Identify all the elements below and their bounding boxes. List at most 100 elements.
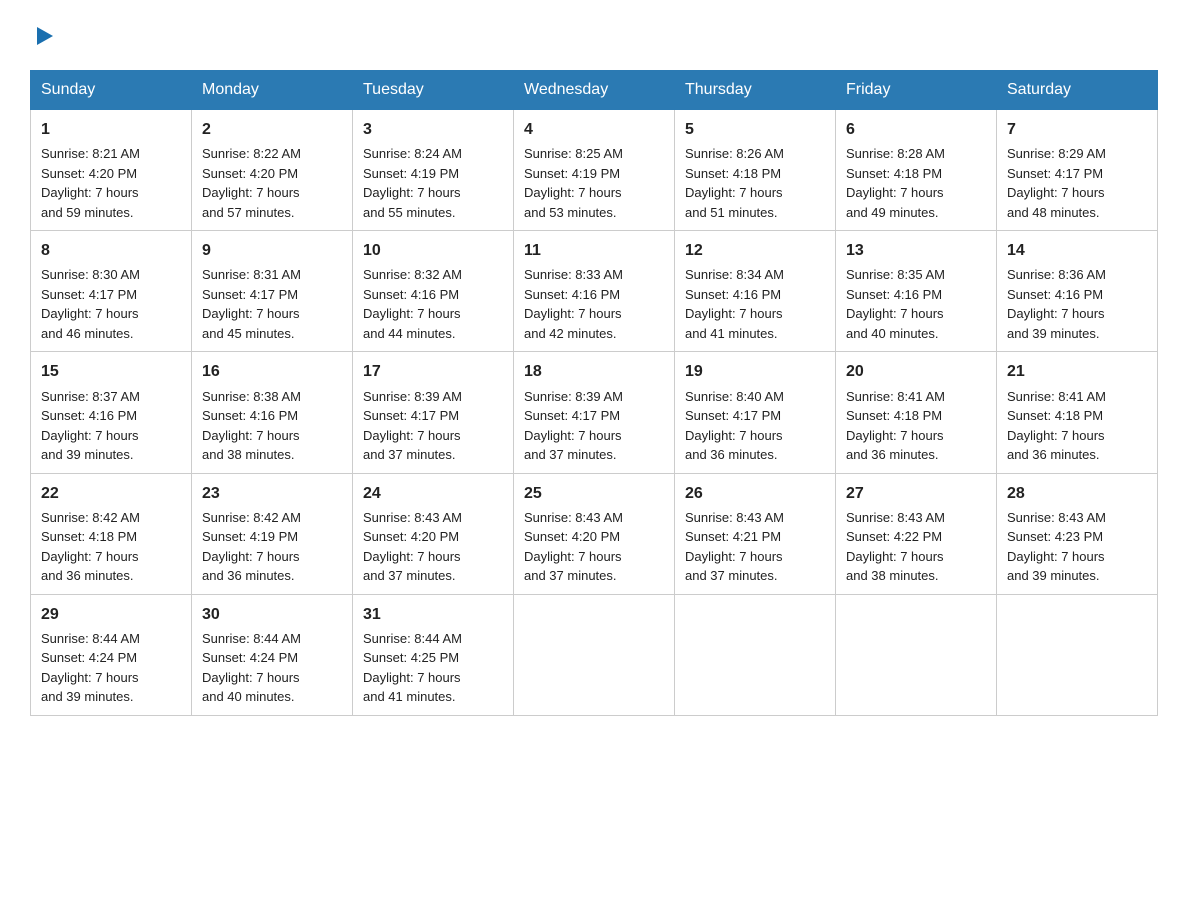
day-number: 30 — [202, 603, 342, 626]
day-info: Sunrise: 8:24 AMSunset: 4:19 PMDaylight:… — [363, 144, 503, 222]
calendar-header-row: SundayMondayTuesdayWednesdayThursdayFrid… — [31, 71, 1158, 110]
day-number: 25 — [524, 482, 664, 505]
day-number: 24 — [363, 482, 503, 505]
day-number: 26 — [685, 482, 825, 505]
day-number: 7 — [1007, 118, 1147, 141]
calendar-day-cell: 7 Sunrise: 8:29 AMSunset: 4:17 PMDaylight… — [997, 110, 1158, 231]
calendar-day-cell: 17 Sunrise: 8:39 AMSunset: 4:17 PMDayligh… — [353, 352, 514, 473]
day-info: Sunrise: 8:21 AMSunset: 4:20 PMDaylight:… — [41, 144, 181, 222]
day-info: Sunrise: 8:40 AMSunset: 4:17 PMDaylight:… — [685, 387, 825, 465]
calendar-header-thursday: Thursday — [675, 71, 836, 110]
calendar-week-row: 8Sunrise: 8:30 AMSunset: 4:17 PMDaylight… — [31, 231, 1158, 352]
calendar-day-cell: 1 Sunrise: 8:21 AMSunset: 4:20 PMDaylight… — [31, 110, 192, 231]
day-number: 31 — [363, 603, 503, 626]
day-number: 22 — [41, 482, 181, 505]
day-number: 23 — [202, 482, 342, 505]
calendar-week-row: 22 Sunrise: 8:42 AMSunset: 4:18 PMDayligh… — [31, 473, 1158, 594]
day-number: 9 — [202, 239, 342, 262]
day-info: Sunrise: 8:22 AMSunset: 4:20 PMDaylight:… — [202, 144, 342, 222]
day-number: 6 — [846, 118, 986, 141]
day-number: 17 — [363, 360, 503, 383]
day-info: Sunrise: 8:29 AMSunset: 4:17 PMDaylight:… — [1007, 144, 1147, 222]
calendar-day-cell: 19 Sunrise: 8:40 AMSunset: 4:17 PMDayligh… — [675, 352, 836, 473]
day-number: 18 — [524, 360, 664, 383]
day-info: Sunrise: 8:37 AMSunset: 4:16 PMDaylight:… — [41, 387, 181, 465]
day-info: Sunrise: 8:43 AMSunset: 4:20 PMDaylight:… — [524, 508, 664, 586]
day-number: 15 — [41, 360, 181, 383]
calendar-day-cell: 30 Sunrise: 8:44 AMSunset: 4:24 PMDayligh… — [192, 594, 353, 715]
calendar-header-saturday: Saturday — [997, 71, 1158, 110]
logo — [30, 25, 55, 50]
day-number: 11 — [524, 239, 664, 262]
calendar-day-cell: 31 Sunrise: 8:44 AMSunset: 4:25 PMDayligh… — [353, 594, 514, 715]
day-number: 10 — [363, 239, 503, 262]
day-number: 13 — [846, 239, 986, 262]
day-info: Sunrise: 8:36 AMSunset: 4:16 PMDaylight:… — [1007, 265, 1147, 343]
calendar-day-cell: 18 Sunrise: 8:39 AMSunset: 4:17 PMDayligh… — [514, 352, 675, 473]
day-number: 12 — [685, 239, 825, 262]
calendar-day-cell: 27 Sunrise: 8:43 AMSunset: 4:22 PMDayligh… — [836, 473, 997, 594]
day-info: Sunrise: 8:32 AMSunset: 4:16 PMDaylight:… — [363, 265, 503, 343]
day-info: Sunrise: 8:33 AMSunset: 4:16 PMDaylight:… — [524, 265, 664, 343]
day-info: Sunrise: 8:43 AMSunset: 4:20 PMDaylight:… — [363, 508, 503, 586]
day-info: Sunrise: 8:44 AMSunset: 4:24 PMDaylight:… — [202, 629, 342, 707]
day-info: Sunrise: 8:35 AMSunset: 4:16 PMDaylight:… — [846, 265, 986, 343]
calendar-day-cell: 21 Sunrise: 8:41 AMSunset: 4:18 PMDayligh… — [997, 352, 1158, 473]
calendar-day-cell: 13 Sunrise: 8:35 AMSunset: 4:16 PMDayligh… — [836, 231, 997, 352]
calendar-header-friday: Friday — [836, 71, 997, 110]
calendar-table: SundayMondayTuesdayWednesdayThursdayFrid… — [30, 70, 1158, 716]
calendar-day-cell — [514, 594, 675, 715]
page-header — [30, 20, 1158, 50]
day-info: Sunrise: 8:43 AMSunset: 4:23 PMDaylight:… — [1007, 508, 1147, 586]
day-info: Sunrise: 8:44 AMSunset: 4:24 PMDaylight:… — [41, 629, 181, 707]
day-info: Sunrise: 8:41 AMSunset: 4:18 PMDaylight:… — [846, 387, 986, 465]
calendar-header-wednesday: Wednesday — [514, 71, 675, 110]
calendar-day-cell: 26 Sunrise: 8:43 AMSunset: 4:21 PMDayligh… — [675, 473, 836, 594]
calendar-week-row: 1 Sunrise: 8:21 AMSunset: 4:20 PMDaylight… — [31, 110, 1158, 231]
day-info: Sunrise: 8:43 AMSunset: 4:22 PMDaylight:… — [846, 508, 986, 586]
calendar-day-cell: 20 Sunrise: 8:41 AMSunset: 4:18 PMDayligh… — [836, 352, 997, 473]
day-info: Sunrise: 8:25 AMSunset: 4:19 PMDaylight:… — [524, 144, 664, 222]
calendar-week-row: 29 Sunrise: 8:44 AMSunset: 4:24 PMDayligh… — [31, 594, 1158, 715]
calendar-day-cell: 6 Sunrise: 8:28 AMSunset: 4:18 PMDaylight… — [836, 110, 997, 231]
calendar-day-cell: 22 Sunrise: 8:42 AMSunset: 4:18 PMDayligh… — [31, 473, 192, 594]
calendar-day-cell: 28Sunrise: 8:43 AMSunset: 4:23 PMDayligh… — [997, 473, 1158, 594]
logo-arrow-icon — [33, 25, 55, 47]
calendar-day-cell: 15 Sunrise: 8:37 AMSunset: 4:16 PMDayligh… — [31, 352, 192, 473]
day-number: 14 — [1007, 239, 1147, 262]
day-number: 3 — [363, 118, 503, 141]
calendar-day-cell: 2 Sunrise: 8:22 AMSunset: 4:20 PMDaylight… — [192, 110, 353, 231]
day-info: Sunrise: 8:43 AMSunset: 4:21 PMDaylight:… — [685, 508, 825, 586]
day-number: 4 — [524, 118, 664, 141]
calendar-day-cell: 23 Sunrise: 8:42 AMSunset: 4:19 PMDayligh… — [192, 473, 353, 594]
day-number: 5 — [685, 118, 825, 141]
calendar-day-cell: 14 Sunrise: 8:36 AMSunset: 4:16 PMDayligh… — [997, 231, 1158, 352]
day-number: 27 — [846, 482, 986, 505]
day-info: Sunrise: 8:44 AMSunset: 4:25 PMDaylight:… — [363, 629, 503, 707]
calendar-day-cell: 9Sunrise: 8:31 AMSunset: 4:17 PMDaylight… — [192, 231, 353, 352]
day-info: Sunrise: 8:39 AMSunset: 4:17 PMDaylight:… — [363, 387, 503, 465]
day-number: 1 — [41, 118, 181, 141]
calendar-header-tuesday: Tuesday — [353, 71, 514, 110]
calendar-day-cell: 8Sunrise: 8:30 AMSunset: 4:17 PMDaylight… — [31, 231, 192, 352]
day-info: Sunrise: 8:42 AMSunset: 4:19 PMDaylight:… — [202, 508, 342, 586]
day-info: Sunrise: 8:42 AMSunset: 4:18 PMDaylight:… — [41, 508, 181, 586]
day-number: 8 — [41, 239, 181, 262]
day-info: Sunrise: 8:28 AMSunset: 4:18 PMDaylight:… — [846, 144, 986, 222]
day-number: 20 — [846, 360, 986, 383]
calendar-day-cell: 24 Sunrise: 8:43 AMSunset: 4:20 PMDayligh… — [353, 473, 514, 594]
day-info: Sunrise: 8:41 AMSunset: 4:18 PMDaylight:… — [1007, 387, 1147, 465]
day-number: 2 — [202, 118, 342, 141]
calendar-header-monday: Monday — [192, 71, 353, 110]
day-number: 19 — [685, 360, 825, 383]
calendar-week-row: 15 Sunrise: 8:37 AMSunset: 4:16 PMDayligh… — [31, 352, 1158, 473]
day-info: Sunrise: 8:39 AMSunset: 4:17 PMDaylight:… — [524, 387, 664, 465]
day-number: 16 — [202, 360, 342, 383]
calendar-day-cell: 11 Sunrise: 8:33 AMSunset: 4:16 PMDayligh… — [514, 231, 675, 352]
day-number: 21 — [1007, 360, 1147, 383]
calendar-day-cell: 10 Sunrise: 8:32 AMSunset: 4:16 PMDayligh… — [353, 231, 514, 352]
calendar-day-cell: 12Sunrise: 8:34 AMSunset: 4:16 PMDayligh… — [675, 231, 836, 352]
calendar-day-cell: 4 Sunrise: 8:25 AMSunset: 4:19 PMDaylight… — [514, 110, 675, 231]
calendar-day-cell — [997, 594, 1158, 715]
day-number: 29 — [41, 603, 181, 626]
